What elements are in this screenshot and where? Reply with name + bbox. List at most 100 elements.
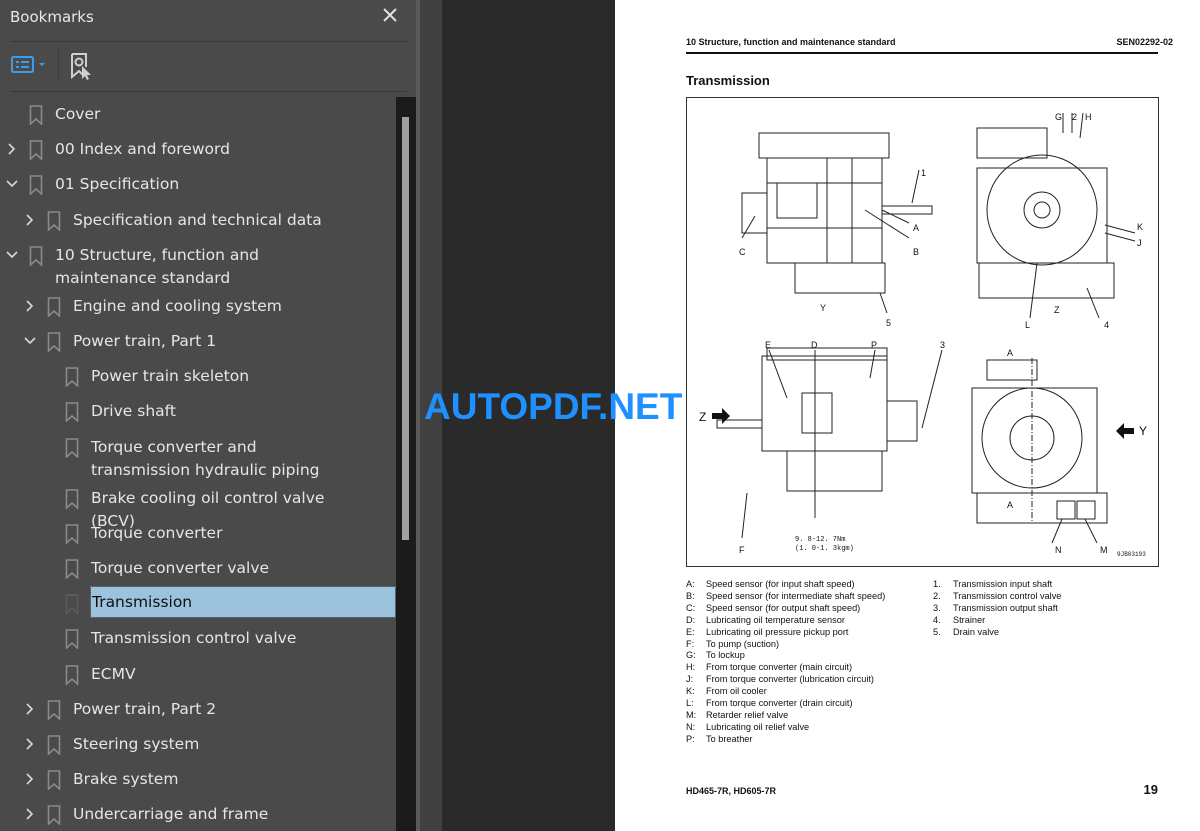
bookmark-icon — [65, 559, 79, 579]
scrollbar-thumb[interactable] — [402, 117, 409, 540]
chevron-right-icon[interactable] — [23, 299, 37, 313]
bookmark-icon — [47, 770, 61, 791]
bookmark-item[interactable]: 01 Specification — [0, 172, 396, 207]
legend-key: A: — [686, 579, 695, 589]
bookmark-item[interactable]: Brake cooling oil control valve (BCV) — [0, 486, 396, 530]
chevron-right-icon[interactable] — [23, 807, 37, 821]
legend-row: K: From oil cooler — [686, 686, 885, 698]
legend-row: 4. Strainer — [933, 615, 1061, 627]
svg-text:2: 2 — [1072, 112, 1077, 122]
chevron-right-icon[interactable] — [23, 737, 37, 751]
bookmark-label: Power train, Part 2 — [73, 699, 217, 718]
svg-text:1: 1 — [921, 168, 926, 178]
divider — [10, 41, 407, 42]
bookmark-item[interactable]: Cover — [0, 102, 396, 137]
svg-text:F: F — [739, 545, 745, 555]
legend-key: L: — [686, 698, 694, 709]
watermark-text: AUTOPDF.NET — [424, 386, 683, 427]
chevron-down-icon[interactable] — [5, 177, 19, 191]
bookmark-icon — [65, 488, 79, 509]
bookmark-item[interactable]: Engine and cooling system — [0, 294, 396, 329]
legend-key: 5. — [933, 626, 941, 637]
svg-text:N: N — [1055, 545, 1062, 555]
chevron-down-icon[interactable] — [23, 334, 37, 348]
pdf-viewer: Bookmarks Cover 00 Index and foreword 01 S… — [0, 0, 1200, 831]
legend-text: From torque converter (main circuit) — [706, 662, 853, 673]
legend-key: K: — [686, 686, 695, 697]
bookmark-item[interactable]: Transmission — [0, 586, 396, 626]
bookmark-label: Undercarriage and frame — [73, 805, 269, 824]
legend-row: E: Lubricating oil pressure pickup port — [686, 627, 885, 639]
legend-row: H: From torque converter (main circuit) — [686, 662, 885, 674]
bookmark-item[interactable]: Torque converter and transmission hydrau… — [0, 435, 396, 481]
page-header-docid: SEN02292-02 — [1116, 37, 1173, 47]
bookmark-tree: Cover 00 Index and foreword 01 Specificati… — [0, 97, 396, 831]
legend-text: From oil cooler — [706, 686, 767, 697]
caret-down-icon — [39, 63, 45, 66]
legend-text: To lockup — [706, 650, 745, 661]
legend-key: N: — [686, 721, 696, 732]
bookmark-icon — [29, 105, 43, 125]
close-panel-button[interactable] — [380, 5, 400, 25]
bookmark-item[interactable]: Brake system — [0, 767, 396, 802]
page-number: 19 — [1143, 782, 1158, 797]
bookmark-icon — [65, 523, 79, 544]
bookmark-label: Specification and technical data — [73, 210, 322, 229]
bookmark-item[interactable]: Drive shaft — [0, 399, 396, 434]
view-arrow-y — [1116, 423, 1134, 439]
legend-text: To pump (suction) — [706, 638, 780, 649]
legend-row: C: Speed sensor (for output shaft speed) — [686, 603, 885, 615]
bookmark-item[interactable]: 00 Index and foreword — [0, 137, 396, 172]
chevron-right-icon[interactable] — [23, 213, 37, 227]
legend-row: B: Speed sensor (for intermediate shaft s… — [686, 591, 885, 603]
chevron-right-icon[interactable] — [23, 772, 37, 786]
chevron-right-icon[interactable] — [23, 702, 37, 716]
bookmark-icon — [47, 210, 61, 231]
transmission-figure: 1 A B C 5 Y G 2 H K J L Z 4 E D P 3 Z F … — [686, 97, 1159, 567]
bookmark-item[interactable]: Torque converter valve — [0, 556, 396, 591]
legend-key: 2. — [933, 590, 941, 601]
bookmark-item[interactable]: Steering system — [0, 732, 396, 767]
legend-key: 4. — [933, 614, 941, 625]
bookmark-item[interactable]: Power train, Part 2 — [0, 697, 396, 732]
chevron-right-icon[interactable] — [5, 142, 19, 156]
side-view-z — [716, 347, 943, 539]
find-current-bookmark-icon — [71, 53, 91, 80]
bookmark-icon — [65, 437, 79, 458]
legend-key: 3. — [933, 602, 941, 613]
bookmark-item[interactable]: Undercarriage and frame — [0, 802, 396, 831]
bookmark-item[interactable]: Transmission control valve — [0, 626, 396, 661]
bookmark-label: 10 Structure, function and maintenance s… — [55, 245, 260, 287]
bookmark-icon — [47, 805, 61, 826]
bookmark-item[interactable]: 10 Structure, function and maintenance s… — [0, 243, 396, 289]
bookmark-icon — [47, 735, 61, 755]
bookmark-item[interactable]: Specification and technical data — [0, 208, 396, 243]
transmission-drawing: 1 A B C 5 Y G 2 H K J L Z 4 E D P 3 Z F … — [699, 112, 1147, 558]
legend-text: Transmission input shaft — [953, 579, 1053, 589]
svg-text:B: B — [913, 247, 919, 257]
legend-key: M: — [686, 709, 697, 720]
header-rule — [686, 52, 1158, 54]
chevron-down-icon[interactable] — [5, 248, 19, 262]
legend-row: L: From torque converter (drain circuit) — [686, 698, 885, 710]
bookmark-icon — [47, 699, 61, 720]
svg-text:P: P — [871, 340, 877, 350]
page-title: Transmission — [686, 73, 770, 88]
bookmark-options-button[interactable] — [9, 53, 49, 77]
bookmark-label: Transmission control valve — [91, 629, 297, 648]
bookmark-item[interactable]: Power train skeleton — [0, 364, 396, 399]
bookmark-item[interactable]: Torque converter — [0, 521, 396, 556]
front-view-z — [976, 112, 1136, 319]
legend-key: H: — [686, 662, 696, 673]
bookmark-icon — [65, 594, 79, 615]
legend-text: From torque converter (drain circuit) — [706, 698, 853, 709]
legend-row: A: Speed sensor (for input shaft speed) — [686, 579, 885, 591]
bookmark-item[interactable]: Power train, Part 1 — [0, 329, 396, 364]
page-header-section: 10 Structure, function and maintenance s… — [686, 37, 896, 47]
legend-text: Speed sensor (for output shaft speed) — [706, 602, 861, 613]
bookmark-item[interactable]: ECMV — [0, 662, 396, 697]
legend-key: J: — [686, 674, 694, 685]
legend-key: G: — [686, 650, 696, 661]
svg-text:H: H — [1085, 112, 1092, 122]
find-current-bookmark-button[interactable] — [68, 51, 96, 81]
